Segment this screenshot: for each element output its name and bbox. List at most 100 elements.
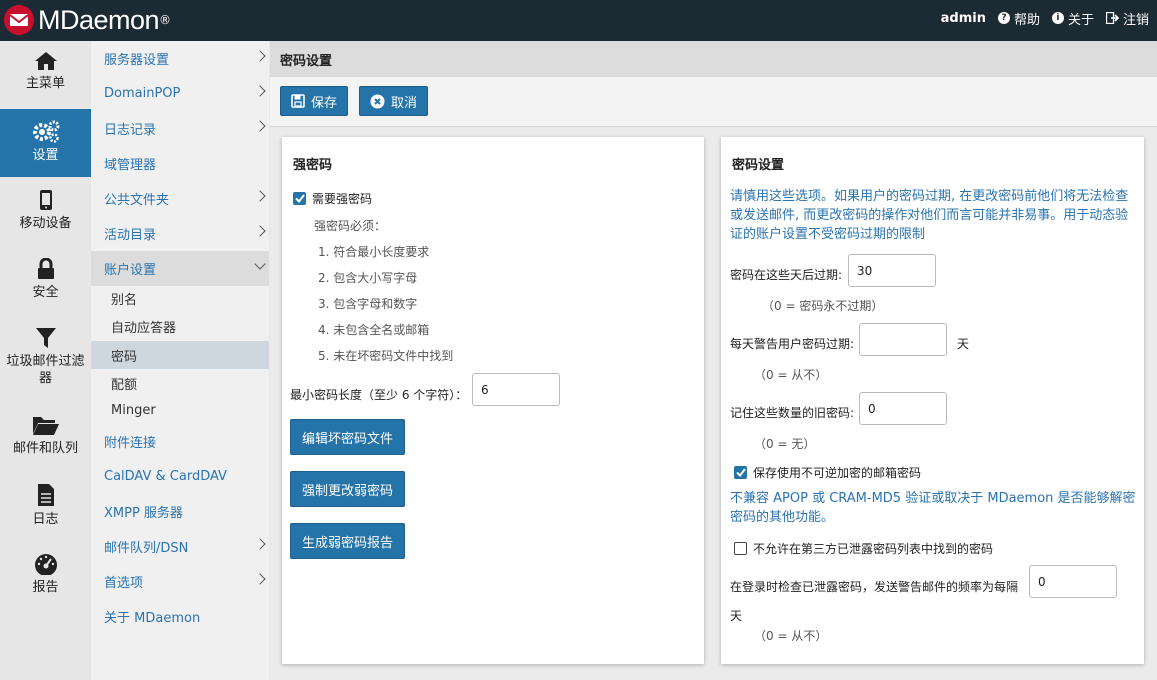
chevron-right-icon (254, 225, 266, 237)
min-length-label: 最小密码长度（至少 6 个字符）： (290, 388, 468, 402)
submenu-alias[interactable]: 别名 (91, 284, 269, 312)
require-strong-checkbox[interactable] (293, 192, 306, 205)
folder-open-icon (32, 417, 59, 435)
chevron-right-icon (254, 120, 266, 132)
filter-icon (35, 328, 56, 348)
submenu-label: 日志记录 (104, 123, 157, 138)
submenu-public-folders[interactable]: 公共文件夹 (91, 181, 269, 216)
nav-home[interactable]: 主菜单 (0, 41, 91, 109)
info-icon: i (1051, 12, 1064, 24)
user-menu[interactable]: admin (941, 11, 986, 26)
submenu-minger[interactable]: Minger (91, 396, 269, 424)
submenu-label: XMPP 服务器 (104, 506, 183, 521)
weak-password-report-button[interactable]: 生成弱密码报告 (290, 523, 406, 559)
min-length-input[interactable] (472, 373, 560, 406)
save-label: 保存 (311, 95, 338, 111)
toolbar: 保存 取消 (270, 77, 1157, 127)
nav-reports-label: 报告 (32, 580, 59, 595)
submenu-attachment-linking[interactable]: 附件连接 (91, 424, 269, 459)
lock-icon (37, 258, 54, 279)
about-link[interactable]: i 关于 (1051, 9, 1094, 28)
reversible-encryption-note: 不兼容 APOP 或 CRAM-MD5 验证或取决于 MDaemon 是否能够解… (730, 491, 1136, 525)
top-bar: MDaemon ® admin ? 帮助 i 关于 注销 (0, 0, 1157, 41)
rule-item: 2. 包含大小写字母 (318, 271, 418, 285)
button-label: 强制更改弱密码 (302, 483, 394, 499)
remember-old-label: 记住这些数量的旧密码: (730, 406, 855, 420)
main-content: 密码设置 保存 取消 强密码 需要强密码 强密码必须： 1. 符合最小长度要求 … (270, 41, 1157, 680)
rules-intro: 强密码必须： (314, 219, 387, 233)
user-name: admin (940, 10, 986, 26)
reversible-encryption-option[interactable]: 保存使用不可逆加密的邮箱密码 (734, 464, 921, 481)
save-button[interactable]: 保存 (280, 86, 349, 116)
breached-password-checkbox[interactable] (734, 542, 747, 555)
force-change-weak-button[interactable]: 强制更改弱密码 (290, 471, 406, 507)
remember-old-input[interactable] (859, 392, 947, 425)
submenu-domainpop[interactable]: DomainPOP (91, 76, 269, 111)
edit-bad-password-file-button[interactable]: 编辑坏密码文件 (290, 419, 406, 455)
submenu-account-settings[interactable]: 账户设置 (91, 251, 269, 286)
button-label: 生成弱密码报告 (302, 535, 394, 551)
check-icon (294, 194, 305, 203)
require-strong-option[interactable]: 需要强密码 (293, 190, 372, 207)
submenu-about[interactable]: 关于 MDaemon (91, 599, 269, 634)
submenu-password[interactable]: 密码 (91, 341, 269, 369)
submenu-caldav[interactable]: CalDAV & CardDAV (91, 459, 269, 494)
submenu-label: 附件连接 (104, 436, 157, 451)
nav-settings[interactable]: 设置 (0, 109, 91, 177)
warn-days-hint: （0 = 从不） (754, 368, 828, 382)
login-check-unit: 天 (730, 609, 743, 623)
submenu-label: 邮件队列/DSN (104, 541, 189, 556)
remember-old-hint: （0 = 无） (754, 437, 816, 451)
nav-queues[interactable]: 邮件和队列 (0, 404, 91, 472)
brand-logo[interactable]: MDaemon ® (4, 4, 171, 36)
login-check-input[interactable] (1029, 565, 1117, 598)
nav-mobile[interactable]: 移动设备 (0, 179, 91, 247)
expire-days-input[interactable] (848, 254, 936, 287)
rule-item: 5. 未在坏密码文件中找到 (318, 349, 454, 363)
nav-logs[interactable]: 日志 (0, 473, 91, 541)
nav-security[interactable]: 安全 (0, 248, 91, 316)
reversible-encryption-checkbox[interactable] (734, 466, 747, 479)
chevron-right-icon (254, 190, 266, 202)
submenu-queues-dsn[interactable]: 邮件队列/DSN (91, 529, 269, 564)
submenu-domain-manager[interactable]: 域管理器 (91, 146, 269, 181)
sign-out-icon (1105, 12, 1119, 24)
logout-link[interactable]: 注销 (1105, 9, 1149, 28)
icon-nav: 主菜单 设置 移动设备 安全 垃圾邮件过滤器 邮件和队列 日志 报告 (0, 41, 91, 680)
submenu-label: 配额 (111, 377, 138, 393)
rule-item: 1. 符合最小长度要求 (318, 245, 430, 259)
submenu-label: 域管理器 (104, 158, 157, 173)
password-settings-panel: 密码设置 请慎用这些选项。如果用户的密码过期, 在更改密码前他们将无法检查或发送… (721, 137, 1144, 664)
warn-days-unit: 天 (957, 337, 970, 351)
help-link[interactable]: ? 帮助 (997, 9, 1040, 28)
submenu-logging[interactable]: 日志记录 (91, 111, 269, 146)
submenu-autoresponder[interactable]: 自动应答器 (91, 312, 269, 340)
submenu-quota[interactable]: 配额 (91, 369, 269, 397)
submenu-label: 活动目录 (104, 228, 157, 243)
submenu-active-directory[interactable]: 活动目录 (91, 216, 269, 251)
cancel-label: 取消 (391, 95, 418, 111)
submenu-label: CalDAV & CardDAV (104, 469, 227, 484)
dashboard-icon (34, 554, 57, 575)
submenu-server-settings[interactable]: 服务器设置 (91, 41, 269, 76)
login-check-label: 在登录时检查已泄露密码，发送警告邮件的频率为每隔 (730, 580, 1019, 594)
help-label: 帮助 (1013, 12, 1040, 28)
nav-home-label: 主菜单 (25, 76, 65, 91)
logout-label: 注销 (1122, 12, 1149, 28)
cancel-button[interactable]: 取消 (359, 86, 429, 116)
breached-password-label: 不允许在第三方已泄露密码列表中找到的密码 (753, 542, 994, 556)
submenu-preferences[interactable]: 首选项 (91, 564, 269, 599)
submenu-xmpp[interactable]: XMPP 服务器 (91, 494, 269, 529)
mobile-icon (39, 190, 52, 210)
reversible-encryption-label: 保存使用不可逆加密的邮箱密码 (753, 466, 922, 480)
warn-days-input[interactable] (859, 323, 947, 356)
nav-reports[interactable]: 报告 (0, 543, 91, 611)
breached-password-option[interactable]: 不允许在第三方已泄露密码列表中找到的密码 (734, 540, 993, 557)
submenu-label: 别名 (111, 292, 138, 308)
submenu-label: 公共文件夹 (104, 193, 170, 208)
about-label: 关于 (1067, 12, 1094, 28)
envelope-logo-icon (4, 5, 34, 35)
nav-spam-filter[interactable]: 垃圾邮件过滤器 (0, 317, 91, 403)
chevron-right-icon (254, 573, 266, 585)
settings-submenu: 服务器设置 DomainPOP 日志记录 域管理器 公共文件夹 活动目录 账户设… (91, 41, 269, 680)
